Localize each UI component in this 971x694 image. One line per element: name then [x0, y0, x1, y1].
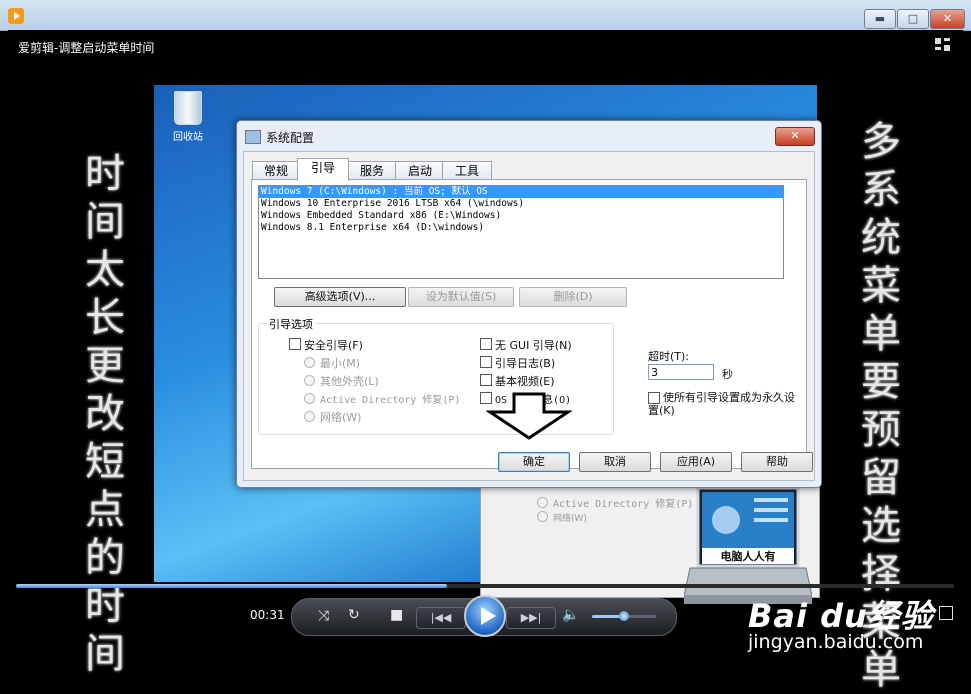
- video-frame[interactable]: 时间太长更改短点的时间 多系统菜单要预留选择菜单 回收站 Active Dire…: [8, 56, 963, 693]
- left-caption: 时间太长更改短点的时间: [85, 151, 125, 677]
- radio-icon: [304, 375, 315, 386]
- repeat-icon[interactable]: ↻: [348, 607, 360, 623]
- seek-bar[interactable]: [16, 584, 954, 588]
- seconds-label: 秒: [722, 368, 733, 381]
- radio-icon: [304, 411, 315, 422]
- network-radio[interactable]: 网络(W): [304, 409, 361, 425]
- minimize-button[interactable]: ▬: [864, 9, 896, 29]
- help-button[interactable]: 帮助: [741, 452, 813, 472]
- control-bar: ⤨ ↻ ■ |◀◀ ▶▶| 🔈: [291, 595, 677, 637]
- shuffle-icon[interactable]: ⤨: [318, 608, 329, 624]
- checkbox-icon: [648, 392, 660, 404]
- recycle-bin-icon: [174, 91, 202, 125]
- boot-options-label: 引导选项: [267, 316, 315, 332]
- checkbox-icon: [480, 338, 492, 350]
- elapsed-time: 00:31: [250, 608, 285, 622]
- layout-toggle-icon[interactable]: [935, 38, 951, 54]
- player-title: 爱剪辑-调整启动菜单时间: [18, 41, 155, 55]
- permanent-checkbox[interactable]: 使所有引导设置成为永久设置(K): [648, 391, 800, 417]
- safe-boot-checkbox[interactable]: 安全引导(F): [289, 337, 363, 353]
- tab-general[interactable]: 常规: [252, 161, 300, 180]
- bg-network: 网络(W): [537, 511, 587, 524]
- os-list-item[interactable]: Windows 7 (C:\Windows) : 当前 OS; 默认 OS: [259, 186, 783, 198]
- maximize-button[interactable]: □: [897, 9, 929, 29]
- os-list-item[interactable]: Windows 10 Enterprise 2016 LTSB x64 (\wi…: [259, 198, 783, 210]
- recycle-bin-label: 回收站: [173, 132, 203, 143]
- player: 爱剪辑-调整启动菜单时间 时间太长更改短点的时间 多系统菜单要预留选择菜单 回收…: [8, 30, 963, 693]
- os-list-item[interactable]: Windows 8.1 Enterprise x64 (D:\windows): [259, 222, 783, 234]
- watermark-url: jingyan.baidu.com: [748, 631, 924, 653]
- cancel-button[interactable]: 取消: [579, 452, 651, 472]
- down-arrow-icon: [486, 392, 572, 440]
- alternate-shell-radio[interactable]: 其他外壳(L): [304, 373, 379, 389]
- tab-startup[interactable]: 启动: [395, 161, 445, 180]
- recycle-bin: 回收站: [168, 91, 208, 143]
- volume-icon[interactable]: 🔈: [562, 607, 579, 623]
- play-icon[interactable]: [464, 595, 506, 637]
- laptop-logo: 电脑人人有: [684, 486, 812, 604]
- no-gui-boot-checkbox[interactable]: 无 GUI 引导(N): [480, 337, 572, 353]
- volume-knob[interactable]: [619, 611, 629, 621]
- boot-log-checkbox[interactable]: 引导日志(B): [480, 355, 555, 371]
- close-button[interactable]: ✕: [930, 9, 965, 29]
- timeout-input[interactable]: 3: [648, 364, 714, 380]
- base-video-checkbox[interactable]: 基本视频(E): [480, 373, 555, 389]
- baidu-watermark: Bai du经验 jingyan.baidu.com: [748, 591, 934, 653]
- next-icon[interactable]: ▶▶|: [506, 607, 556, 629]
- previous-icon[interactable]: |◀◀: [416, 607, 466, 629]
- checkbox-icon: [480, 374, 492, 386]
- bg-ad-repair: Active Directory 修复(P): [537, 495, 693, 510]
- os-list-item[interactable]: Windows Embedded Standard x86 (E:\Window…: [259, 210, 783, 222]
- radio-icon: [304, 357, 315, 368]
- laptop-caption: 电脑人人有: [721, 549, 776, 563]
- volume-slider[interactable]: [592, 611, 656, 621]
- stop-icon[interactable]: ■: [390, 607, 403, 623]
- set-default-button[interactable]: 设为默认值(S): [408, 287, 514, 307]
- advanced-options-button[interactable]: 高级选项(V)...: [274, 287, 406, 307]
- window-title-bar: ▬ □ ✕: [0, 0, 971, 31]
- timeout-label: 超时(T):: [648, 350, 690, 363]
- ok-button[interactable]: 确定: [498, 452, 570, 472]
- dialog-title: 系统配置: [245, 129, 314, 146]
- checkbox-icon: [289, 338, 301, 350]
- tab-tools[interactable]: 工具: [442, 161, 492, 180]
- fullscreen-icon[interactable]: [939, 606, 953, 620]
- radio-icon: [537, 511, 548, 522]
- delete-button[interactable]: 删除(D): [519, 287, 627, 307]
- radio-icon: [304, 393, 315, 404]
- dialog-close-button[interactable]: ✕: [775, 127, 815, 146]
- tab-boot[interactable]: 引导: [297, 158, 349, 181]
- apply-button[interactable]: 应用(A): [660, 452, 732, 472]
- app-logo-icon: [8, 8, 24, 24]
- radio-icon: [537, 497, 548, 508]
- system-config-icon: [245, 130, 261, 144]
- ad-repair-radio[interactable]: Active Directory 修复(P): [304, 391, 460, 406]
- checkbox-icon: [480, 356, 492, 368]
- os-list[interactable]: Windows 7 (C:\Windows) : 当前 OS; 默认 OS Wi…: [258, 185, 784, 279]
- seek-bar-fill: [16, 584, 448, 588]
- tab-services[interactable]: 服务: [346, 161, 398, 180]
- minimal-radio[interactable]: 最小(M): [304, 355, 360, 371]
